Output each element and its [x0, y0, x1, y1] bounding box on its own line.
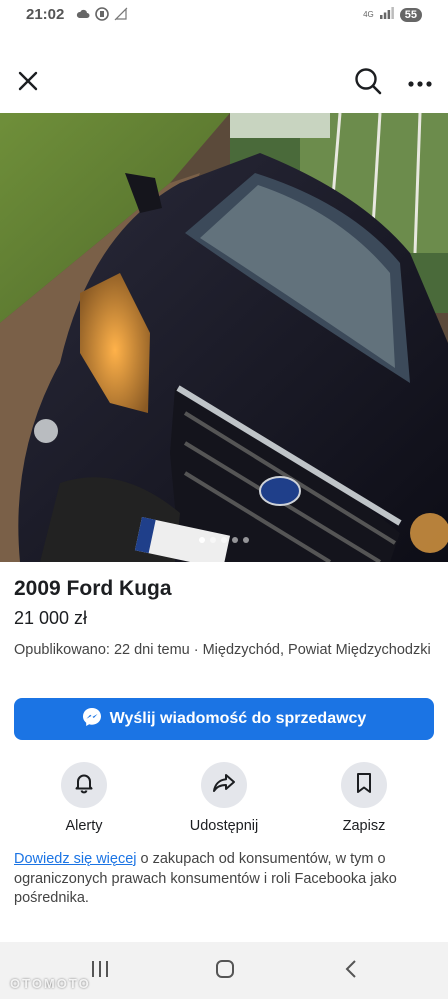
carousel-dot[interactable]: [210, 537, 216, 543]
close-button[interactable]: [8, 63, 48, 103]
search-icon: [354, 67, 382, 100]
share-icon: [212, 772, 236, 799]
home-button[interactable]: [210, 958, 240, 984]
signal-icon: [379, 6, 394, 24]
back-icon: [344, 959, 358, 984]
search-button[interactable]: [348, 63, 388, 103]
close-icon: [17, 70, 39, 97]
messenger-icon: [82, 707, 102, 732]
top-bar: [0, 55, 448, 111]
save-icon-circle: [341, 762, 387, 808]
car-photo-illustration: [0, 113, 448, 562]
recent-apps-icon: [90, 960, 110, 983]
save-button[interactable]: Zapisz: [304, 762, 424, 834]
consumer-info-note: Dowiedz się więcej o zakupach od konsume…: [14, 850, 434, 909]
share-icon-circle: [201, 762, 247, 808]
alerts-button[interactable]: Alerty: [24, 762, 144, 834]
cloud-icon: [76, 7, 90, 21]
photo-carousel-dots[interactable]: [0, 537, 448, 543]
signal-off-icon: [114, 7, 128, 21]
share-label: Udostępnij: [189, 818, 259, 834]
more-options-button[interactable]: [400, 63, 440, 103]
carousel-dot[interactable]: [243, 537, 249, 543]
listing-price: 21 000 zł: [14, 608, 88, 628]
watermark-logo: OTOMOTO: [10, 976, 91, 991]
status-notification-icons: [76, 7, 128, 21]
save-label: Zapisz: [342, 818, 386, 834]
carousel-dot[interactable]: [199, 537, 205, 543]
status-right: 4G 55: [363, 6, 422, 24]
share-button[interactable]: Udostępnij: [164, 762, 284, 834]
carousel-dot[interactable]: [221, 537, 227, 543]
sync-icon: [95, 7, 109, 21]
listing-title: 2009 Ford Kuga: [14, 577, 172, 600]
network-type: 4G: [363, 10, 374, 19]
alerts-label: Alerty: [65, 818, 103, 834]
carousel-dot[interactable]: [232, 537, 238, 543]
send-message-button[interactable]: Wyślij wiadomość do sprzedawcy: [14, 698, 434, 740]
back-button[interactable]: [336, 958, 366, 984]
listing-meta: Opublikowano: 22 dni temu · Międzychód, …: [14, 642, 431, 658]
bookmark-icon: [355, 772, 373, 799]
bell-icon: [73, 772, 95, 799]
more-icon: [408, 74, 432, 92]
home-icon: [215, 959, 235, 984]
listing-actions: Alerty Udostępnij Zapisz: [0, 762, 448, 842]
status-bar: 21:02 4G 55: [0, 0, 448, 32]
send-message-label: Wyślij wiadomość do sprzedawcy: [109, 710, 367, 727]
listing-photo[interactable]: [0, 113, 448, 562]
alerts-icon-circle: [61, 762, 107, 808]
battery-indicator: 55: [399, 8, 422, 22]
status-time: 21:02: [26, 6, 65, 23]
learn-more-link[interactable]: Dowiedz się więcej: [14, 851, 137, 867]
